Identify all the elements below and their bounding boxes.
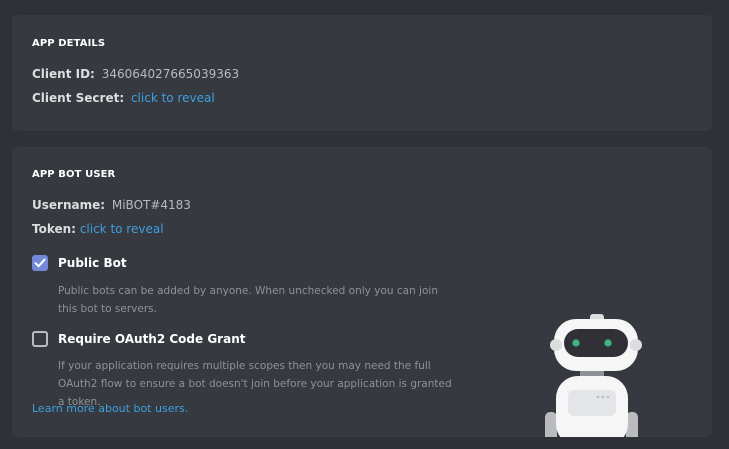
public-bot-description: Public bots can be added by anyone. When… (58, 285, 438, 315)
username-row: Username: MiBOT#4183 (32, 198, 191, 212)
app-details-title: APP DETAILS (32, 38, 106, 49)
public-bot-checkbox[interactable] (32, 255, 48, 271)
client-secret-reveal-link[interactable]: click to reveal (131, 91, 215, 105)
token-reveal-link[interactable]: click to reveal (80, 222, 164, 236)
client-id-label: Client ID: (32, 67, 95, 81)
oauth2-grant-label[interactable]: Require OAuth2 Code Grant (58, 332, 245, 346)
client-secret-label: Client Secret: (32, 91, 125, 105)
bot-user-title: APP BOT USER (32, 169, 116, 180)
token-label: Token: (32, 222, 76, 236)
client-id-row: Client ID: 346064027665039363 (32, 67, 239, 81)
app-details-card: APP DETAILS Client ID: 34606402766503936… (12, 15, 712, 131)
username-label: Username: (32, 198, 106, 212)
learn-more-link[interactable]: Learn more about bot users. (32, 402, 188, 415)
check-icon (34, 258, 46, 268)
client-id-value: 346064027665039363 (101, 67, 240, 81)
public-bot-label[interactable]: Public Bot (58, 256, 127, 270)
oauth2-grant-checkbox[interactable] (32, 331, 48, 347)
robot-illustration (545, 314, 642, 437)
bot-user-card: APP BOT USER Username: MiBOT#4183 Token:… (12, 147, 712, 437)
client-secret-row: Client Secret: click to reveal (32, 91, 215, 105)
username-value: MiBOT#4183 (111, 198, 191, 212)
token-row: Token: click to reveal (32, 222, 164, 236)
